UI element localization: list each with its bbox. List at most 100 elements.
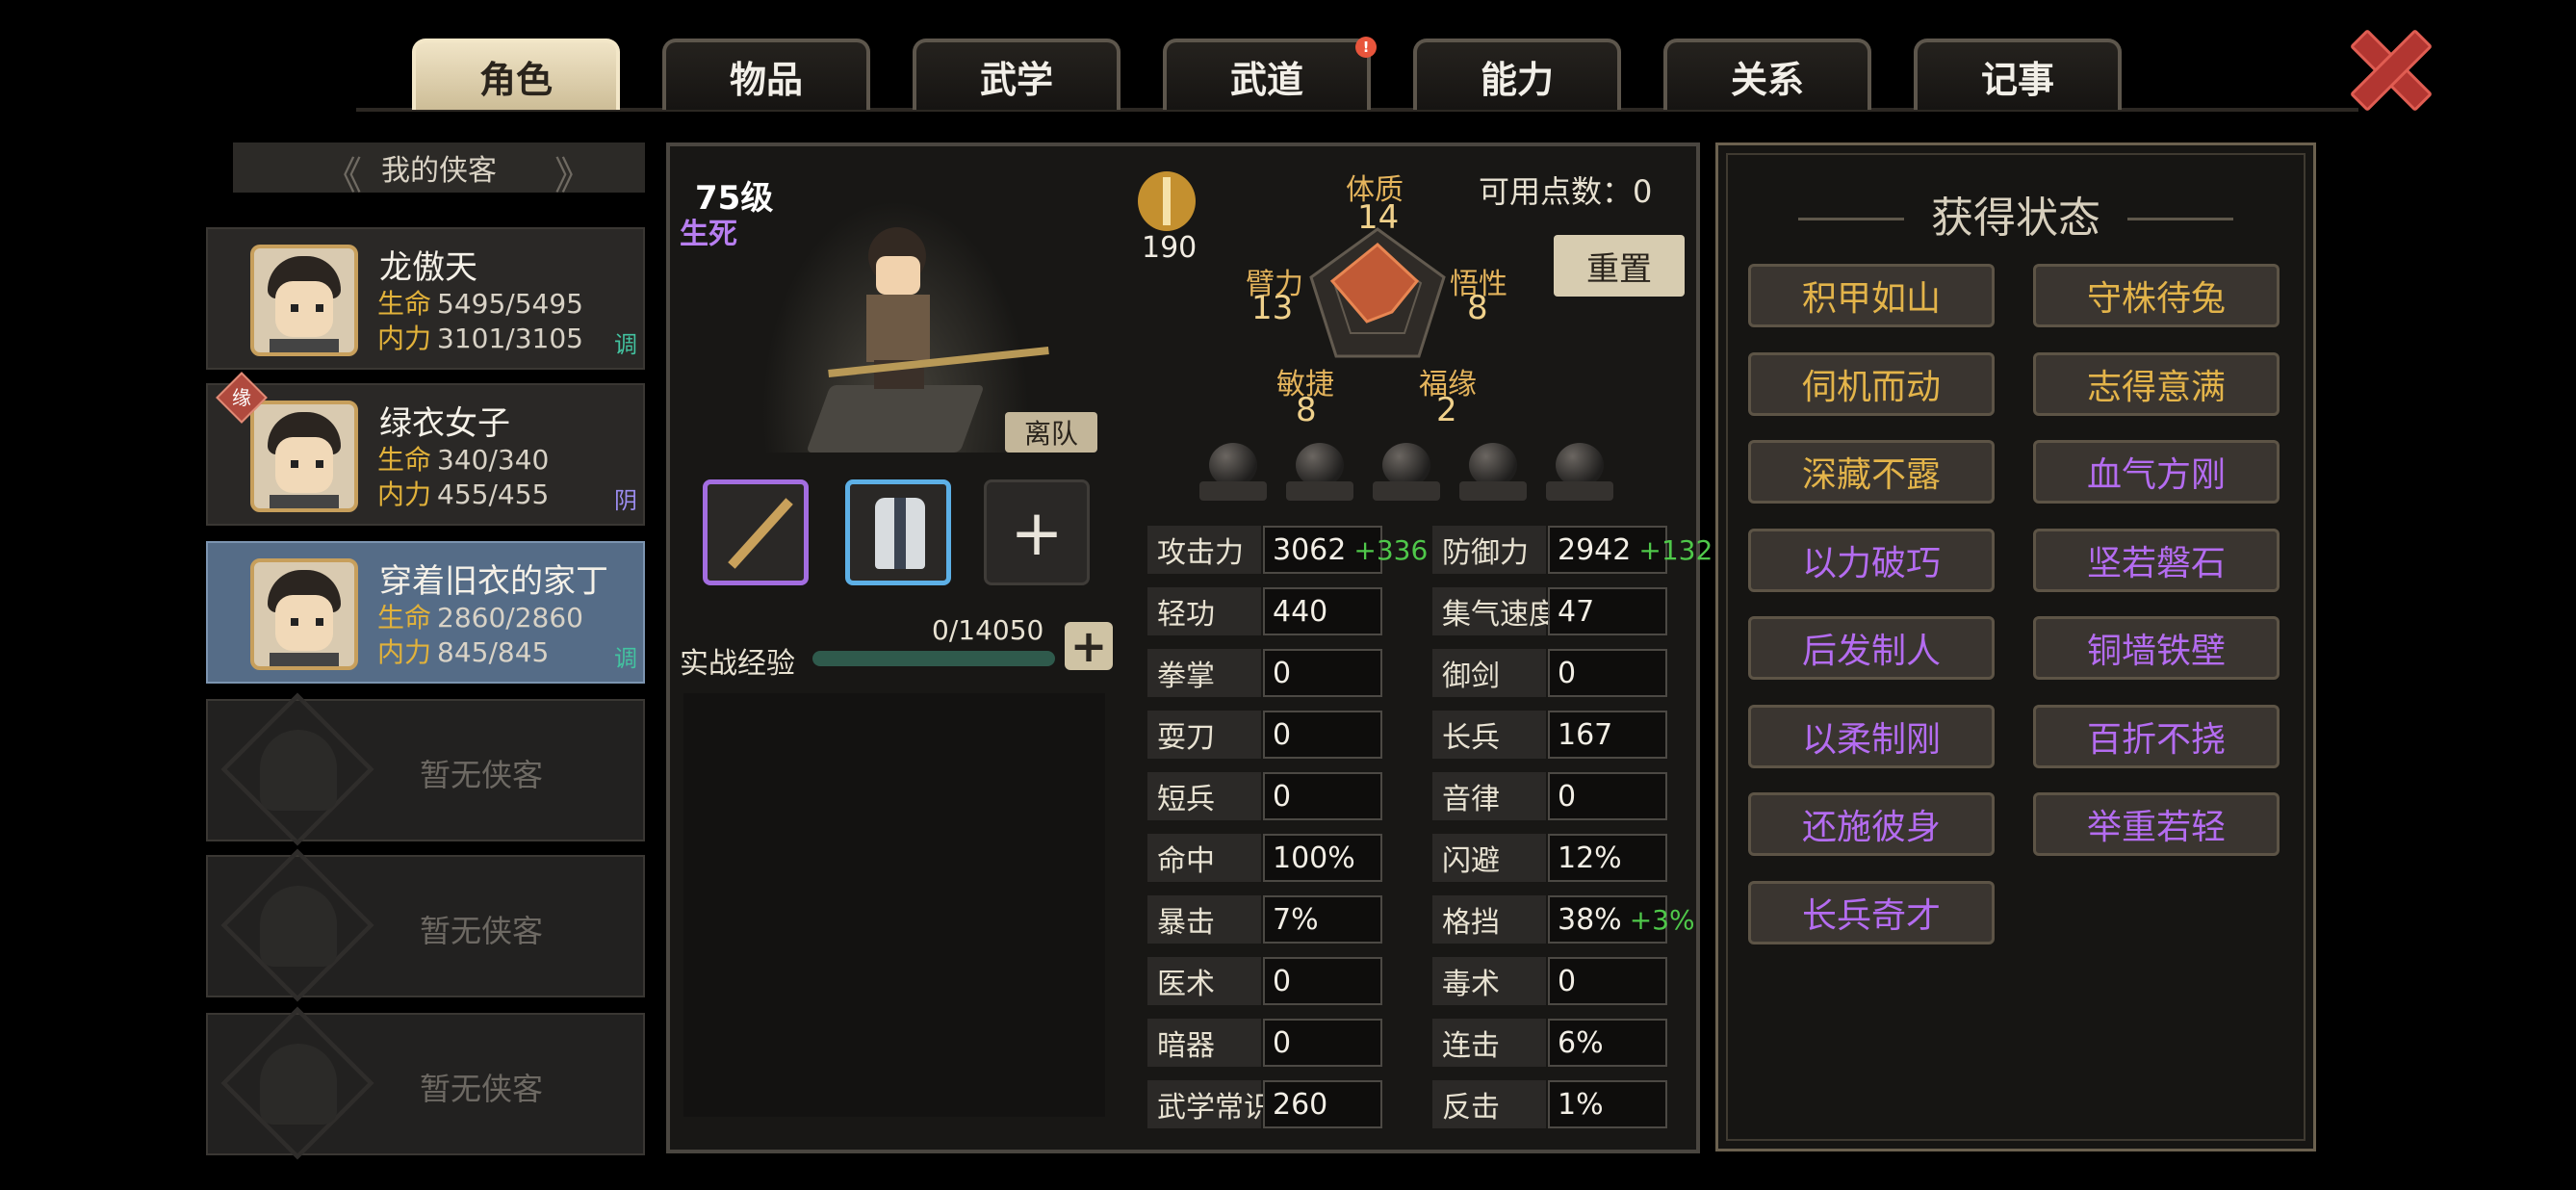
status-badge[interactable]: 铜墙铁壁	[2033, 616, 2280, 680]
stat-value-box: 100%	[1263, 834, 1382, 882]
avatar	[250, 401, 358, 512]
status-badge[interactable]: 坚若磐石	[2033, 528, 2280, 592]
hero-card[interactable]: 穿着旧衣的家丁 生命 2860/2860 内力 845/845 调	[206, 541, 645, 684]
stat-value-box: 0	[1263, 1019, 1382, 1067]
hp-value: 2860/2860	[437, 602, 583, 634]
tab-label: 关系	[1730, 58, 1804, 101]
attribute-radar-icon	[1309, 227, 1446, 358]
tab-label: 武学	[979, 58, 1053, 101]
robe-icon	[875, 498, 925, 569]
reset-button[interactable]: 重置	[1554, 235, 1685, 297]
combat-power-value: 190	[1142, 231, 1198, 265]
avatar	[250, 558, 358, 670]
stat-value: 260	[1273, 1087, 1328, 1122]
leave-party-button[interactable]: 离队	[1005, 412, 1097, 453]
stat-value-box: 440	[1263, 587, 1382, 635]
stat-label: 毒术	[1432, 957, 1546, 1005]
stat-value: 1%	[1558, 1087, 1604, 1122]
stat-label: 命中	[1147, 834, 1261, 882]
roster-header: 《 我的侠客 》	[233, 142, 645, 198]
hero-mp: 内力 845/845	[377, 632, 549, 670]
mp-label: 内力	[377, 636, 432, 668]
status-badge[interactable]: 以力破巧	[1748, 528, 1995, 592]
empty-slot-label: 暂无侠客	[420, 757, 544, 793]
stat-label: 暴击	[1147, 895, 1261, 944]
tab-5[interactable]: 关系	[1663, 39, 1871, 110]
hero-tag: 调	[614, 645, 637, 672]
stat-value: 440	[1273, 594, 1328, 629]
silhouette-icon	[260, 886, 337, 967]
armor-slot[interactable]	[845, 479, 951, 585]
tab-label: 武道	[1229, 58, 1303, 101]
stat-value: 6%	[1558, 1025, 1604, 1060]
inner-energy-orb-icon	[1199, 443, 1267, 503]
status-badge[interactable]: 积甲如山	[1748, 264, 1995, 327]
status-badge[interactable]: 举重若轻	[2033, 792, 2280, 856]
stat-value: 0	[1273, 717, 1292, 752]
stat-value: 100%	[1273, 841, 1355, 875]
attr-insight-value: 8	[1467, 289, 1488, 327]
empty-hero-slot[interactable]: 暂无侠客	[206, 848, 645, 1002]
accessory-slot[interactable]: +	[984, 479, 1090, 585]
status-badge[interactable]: 还施彼身	[1748, 792, 1995, 856]
status-badge[interactable]: 百折不挠	[2033, 704, 2280, 768]
stat-label: 短兵	[1147, 772, 1261, 820]
inner-energy-orb-icon	[1459, 443, 1527, 503]
hero-card[interactable]: 龙傲天 生命 5495/5495 内力 3101/3105 调	[206, 227, 645, 370]
empty-hero-slot[interactable]: 暂无侠客	[206, 1006, 645, 1160]
character-pedestal	[806, 385, 985, 453]
status-badge[interactable]: 血气方刚	[2033, 440, 2280, 504]
stat-value-box: 12%	[1548, 834, 1667, 882]
stat-bonus: +132	[1638, 533, 1713, 566]
stat-bonus: +3%	[1629, 903, 1695, 936]
status-badge[interactable]: 以柔制刚	[1748, 704, 1995, 768]
tab-6[interactable]: 记事	[1914, 39, 2122, 110]
character-realm: 生死	[680, 218, 737, 251]
empty-hero-slot[interactable]: 暂无侠客	[206, 692, 645, 846]
attr-constitution-value: 14	[1357, 198, 1400, 237]
status-badge[interactable]: 长兵奇才	[1748, 880, 1995, 944]
stat-value-box: 0	[1548, 772, 1667, 820]
hp-label: 生命	[377, 288, 432, 320]
stat-value-box: 0	[1263, 772, 1382, 820]
avatar	[250, 245, 358, 356]
stat-label: 长兵	[1432, 711, 1546, 759]
tab-label: 记事	[1980, 58, 2054, 101]
stat-value-box: 1%	[1548, 1080, 1667, 1128]
silhouette-icon	[260, 1044, 337, 1125]
empty-slot-label: 暂无侠客	[420, 1071, 544, 1107]
status-badge[interactable]: 伺机而动	[1748, 351, 1995, 416]
status-badge[interactable]: 后发制人	[1748, 616, 1995, 680]
stat-value: 2942	[1558, 532, 1632, 567]
status-badge[interactable]: 深藏不露	[1748, 440, 1995, 504]
tab-4[interactable]: 能力	[1413, 39, 1621, 110]
weapon-slot[interactable]	[703, 479, 809, 585]
add-exp-button[interactable]: +	[1065, 620, 1113, 672]
stat-label: 集气速度	[1432, 587, 1558, 635]
stat-value-box: 7%	[1263, 895, 1382, 944]
tab-1[interactable]: 物品	[662, 39, 870, 110]
mp-label: 内力	[377, 323, 432, 354]
hero-card[interactable]: 绿衣女子 生命 340/340 内力 455/455 阴 缘	[206, 372, 645, 526]
hp-value: 340/340	[437, 444, 550, 476]
sword-medal-icon	[1138, 171, 1196, 231]
stat-value-box: 0	[1263, 711, 1382, 759]
stat-value: 0	[1273, 1025, 1292, 1060]
silhouette-icon	[260, 730, 337, 811]
tab-2[interactable]: 武学	[913, 39, 1121, 110]
stat-value: 0	[1558, 656, 1577, 690]
stat-value: 0	[1273, 964, 1292, 998]
tab-3[interactable]: 武道!	[1163, 37, 1377, 110]
close-icon[interactable]	[2341, 19, 2434, 112]
stat-value: 38%	[1558, 902, 1622, 937]
status-badge[interactable]: 志得意满	[2033, 351, 2280, 416]
stat-value-box: 0	[1548, 957, 1667, 1005]
roster-header-label: 我的侠客	[381, 154, 497, 188]
stat-value-box: 3062 +336	[1263, 526, 1428, 574]
status-badge[interactable]: 守株待兔	[2033, 264, 2280, 327]
staff-icon	[728, 498, 793, 569]
tab-0[interactable]: 角色	[412, 39, 620, 110]
character-sprite	[863, 227, 932, 389]
hero-tag: 调	[614, 331, 637, 358]
available-points: 可用点数：0	[1479, 173, 1653, 210]
